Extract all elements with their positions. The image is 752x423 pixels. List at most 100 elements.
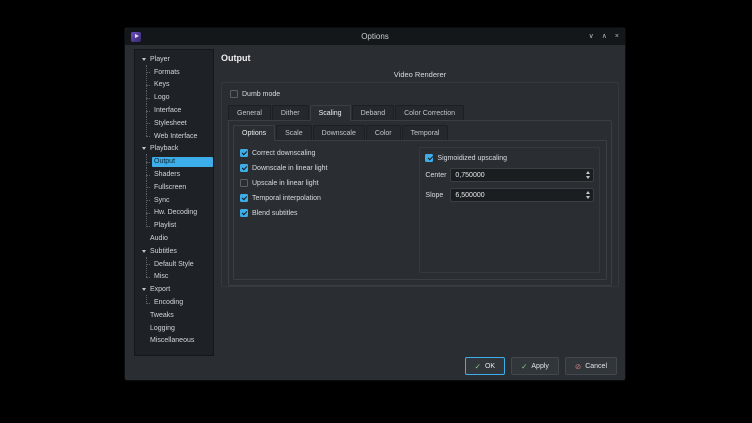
group-frame: Dumb mode General Dither Scaling Deband … [221, 82, 619, 287]
dumb-mode-checkbox[interactable]: Dumb mode [230, 90, 612, 98]
checkbox-box[interactable] [425, 154, 433, 162]
slope-value[interactable]: 6,500000 [455, 192, 586, 199]
spinner-arrows [586, 191, 590, 199]
check-icon: ✓ [475, 362, 481, 371]
tab-temporal[interactable]: Temporal [402, 125, 449, 140]
spin-up-icon[interactable] [586, 191, 590, 194]
sidebar-item-misc[interactable]: Misc [135, 271, 213, 284]
video-renderer-group: Video Renderer Dumb mode General Dither … [221, 70, 619, 287]
center-label: Center [425, 172, 450, 179]
sidebar-item-label: Audio [148, 234, 213, 244]
sidebar-item-web-interface[interactable]: Web Interface [135, 130, 213, 143]
sigmoidized-upscaling-checkbox[interactable]: Sigmoidized upscaling [425, 154, 594, 162]
sidebar-item-label: Default Style [152, 259, 213, 269]
ok-button[interactable]: ✓ OK [465, 357, 505, 375]
chevron-down-icon[interactable] [139, 147, 148, 150]
center-spinbox[interactable]: 0,750000 [450, 168, 594, 182]
group-title: Video Renderer [221, 70, 619, 79]
checkbox-label: Upscale in linear light [252, 180, 319, 187]
slope-spinbox[interactable]: 6,500000 [450, 188, 594, 202]
sidebar-item-tweaks[interactable]: Tweaks [135, 309, 213, 322]
sidebar-item-label: Interface [152, 106, 213, 116]
sidebar-item-label: Subtitles [148, 246, 213, 256]
sidebar-item-label: Export [148, 285, 213, 295]
sidebar-item-label: Playback [148, 144, 213, 154]
tab-deband[interactable]: Deband [352, 105, 395, 120]
sidebar-item-label: Keys [152, 80, 213, 90]
sidebar-item-miscellaneous[interactable]: Miscellaneous [135, 335, 213, 348]
scaling-options-list: Correct downscaling Downscale in linear … [240, 147, 419, 273]
sidebar-item-playlist[interactable]: Playlist [135, 219, 213, 232]
desktop-background: Options ∨ ∧ × Player Formats Keys Logo [0, 0, 752, 423]
sidebar-item-label: Miscellaneous [148, 336, 213, 346]
downscale-linear-light-checkbox[interactable]: Downscale in linear light [240, 164, 419, 172]
main-panel: Output Video Renderer Dumb mode General … [221, 49, 619, 287]
sidebar-item-label: Playlist [152, 221, 213, 231]
sidebar: Player Formats Keys Logo Interface Style… [134, 49, 214, 356]
sidebar-item-label: Stylesheet [152, 118, 213, 128]
temporal-interpolation-checkbox[interactable]: Temporal interpolation [240, 194, 419, 202]
sidebar-item-label: Shaders [152, 170, 213, 180]
sidebar-item-label: Logo [152, 93, 213, 103]
checkbox-box[interactable] [240, 194, 248, 202]
titlebar[interactable]: Options ∨ ∧ × [125, 28, 625, 45]
page-title: Output [221, 53, 619, 63]
cancel-button[interactable]: ⊘ Cancel [565, 357, 617, 375]
scaling-tab-panel: Options Scale Downscale Color Temporal C… [228, 120, 612, 286]
slope-label: Slope [425, 192, 450, 199]
tab-dither[interactable]: Dither [272, 105, 309, 120]
checkbox-label: Dumb mode [242, 91, 280, 98]
tab-color[interactable]: Color [366, 125, 401, 140]
renderer-tabbar: General Dither Scaling Deband Color Corr… [228, 105, 612, 120]
options-window: Options ∨ ∧ × Player Formats Keys Logo [124, 27, 626, 381]
checkbox-box[interactable] [240, 149, 248, 157]
sidebar-item-label: Encoding [152, 298, 213, 308]
window-title: Options [125, 32, 625, 41]
button-label: OK [485, 363, 495, 370]
close-button[interactable]: × [615, 32, 619, 42]
upscale-linear-light-checkbox[interactable]: Upscale in linear light [240, 179, 419, 187]
sidebar-item-label: Logging [148, 323, 213, 333]
center-field-row: Center 0,750000 [425, 168, 594, 182]
spin-up-icon[interactable] [586, 171, 590, 174]
checkbox-box[interactable] [240, 179, 248, 187]
tab-scaling[interactable]: Scaling [310, 105, 351, 121]
spin-down-icon[interactable] [586, 196, 590, 199]
checkbox-label: Downscale in linear light [252, 165, 327, 172]
sidebar-item-logging[interactable]: Logging [135, 322, 213, 335]
sidebar-item-label: Sync [152, 195, 213, 205]
minimize-button[interactable]: ∨ [589, 32, 594, 42]
sidebar-item-encoding[interactable]: Encoding [135, 296, 213, 309]
center-value[interactable]: 0,750000 [455, 172, 586, 179]
sidebar-item-audio[interactable]: Audio [135, 232, 213, 245]
scaling-inner-tabbar: Options Scale Downscale Color Temporal [233, 125, 607, 140]
app-icon [131, 32, 141, 42]
sidebar-item-label: Misc [152, 272, 213, 282]
options-tab-panel: Correct downscaling Downscale in linear … [233, 140, 607, 280]
sidebar-item-label: Web Interface [152, 131, 213, 141]
maximize-button[interactable]: ∧ [602, 32, 607, 42]
tab-options[interactable]: Options [233, 125, 275, 141]
spin-down-icon[interactable] [586, 176, 590, 179]
chevron-down-icon[interactable] [139, 58, 148, 61]
check-icon: ✓ [521, 362, 527, 371]
tab-color-correction[interactable]: Color Correction [395, 105, 464, 120]
chevron-down-icon[interactable] [139, 250, 148, 253]
tab-downscale[interactable]: Downscale [313, 125, 365, 140]
slope-field-row: Slope 6,500000 [425, 188, 594, 202]
checkbox-label: Blend subtitles [252, 210, 298, 217]
tab-general[interactable]: General [228, 105, 271, 120]
checkbox-box[interactable] [240, 209, 248, 217]
checkbox-box[interactable] [230, 90, 238, 98]
sidebar-item-label: Hw. Decoding [152, 208, 213, 218]
checkbox-label: Sigmoidized upscaling [437, 155, 507, 162]
checkbox-box[interactable] [240, 164, 248, 172]
spinner-arrows [586, 171, 590, 179]
correct-downscaling-checkbox[interactable]: Correct downscaling [240, 149, 419, 157]
chevron-down-icon[interactable] [139, 288, 148, 291]
checkbox-label: Temporal interpolation [252, 195, 321, 202]
blend-subtitles-checkbox[interactable]: Blend subtitles [240, 209, 419, 217]
apply-button[interactable]: ✓ Apply [511, 357, 559, 375]
sidebar-item-label: Fullscreen [152, 182, 213, 192]
tab-scale[interactable]: Scale [276, 125, 312, 140]
